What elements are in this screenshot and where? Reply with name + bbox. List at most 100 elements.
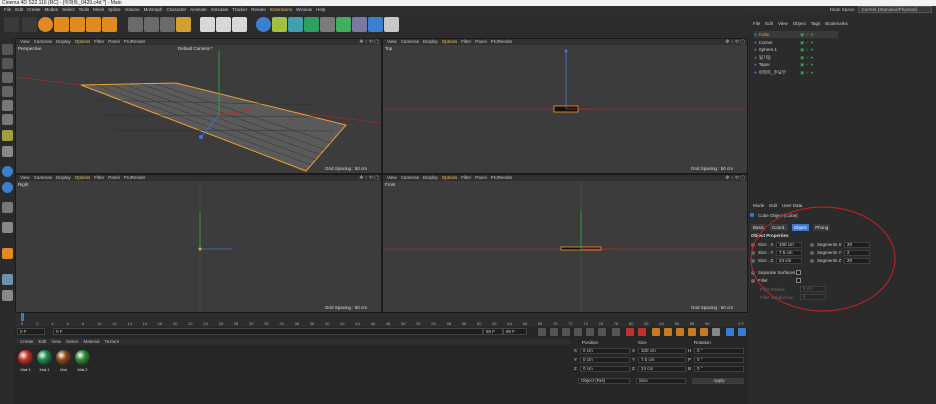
play-icon[interactable] xyxy=(574,328,582,336)
render-view-icon[interactable] xyxy=(200,17,215,32)
menu-item-animate[interactable]: Animate xyxy=(190,6,207,14)
move-icon[interactable] xyxy=(54,17,69,32)
menu-item-tools[interactable]: Tools xyxy=(79,6,90,14)
key-param-icon[interactable] xyxy=(700,328,708,336)
size-mode-dropdown[interactable]: Size xyxy=(636,378,686,384)
z-axis-icon[interactable] xyxy=(160,17,175,32)
camera-icon[interactable] xyxy=(352,17,367,32)
preview-end-field[interactable]: 90 F xyxy=(503,328,527,335)
next-frame-icon[interactable] xyxy=(586,328,594,336)
object-row[interactable]: ● Taper ▣ ✓ ● xyxy=(754,61,838,68)
material-swatch[interactable] xyxy=(56,350,71,365)
menu-item-simulate[interactable]: Simulate xyxy=(211,6,229,14)
object-menu-object[interactable]: Object xyxy=(793,20,806,27)
menu-item-edit[interactable]: Edit xyxy=(15,6,23,14)
menu-item-extensions[interactable]: Extensions xyxy=(270,6,292,14)
menu-item-create[interactable]: Create xyxy=(27,6,41,14)
make-editable-icon[interactable] xyxy=(2,44,13,55)
material-menu-view[interactable]: View xyxy=(51,338,61,345)
object-menu-file[interactable]: File xyxy=(753,20,760,27)
subdivision-icon[interactable] xyxy=(288,17,303,32)
coordinate-system-icon[interactable] xyxy=(176,17,191,32)
menu-item-tracker[interactable]: Tracker xyxy=(232,6,247,14)
model-mode-icon[interactable] xyxy=(2,58,13,69)
node-space-dropdown[interactable]: Current (Standard/Physical) xyxy=(858,6,932,13)
start-frame-field[interactable]: 0 F xyxy=(17,328,45,335)
material-menu-texture[interactable]: Texture xyxy=(105,338,120,345)
motion-system-icon[interactable] xyxy=(726,328,734,336)
light-icon[interactable] xyxy=(384,17,399,32)
position-x-field[interactable]: 0 cm xyxy=(580,348,630,354)
object-menu-tags[interactable]: Tags xyxy=(811,20,821,27)
render-settings-icon[interactable] xyxy=(232,17,247,32)
quantize-icon[interactable] xyxy=(2,182,13,193)
object-row[interactable]: ● Cube ▣ ✓ ● xyxy=(754,31,838,38)
auto-key-icon[interactable] xyxy=(638,328,646,336)
viewport-right[interactable]: View Cameras Display Options Filter Panel ProR… xyxy=(15,174,382,313)
menu-item-mograph[interactable]: MoGraph xyxy=(144,6,163,14)
material-menu-material[interactable]: Material xyxy=(83,338,99,345)
workplane-icon[interactable] xyxy=(2,146,13,157)
grid-icon[interactable] xyxy=(2,290,13,301)
rotation-b-field[interactable]: 0 ° xyxy=(694,366,744,372)
prev-key-icon[interactable] xyxy=(550,328,558,336)
coord-mode-dropdown[interactable]: Object (Rel) xyxy=(578,378,630,384)
environment-icon[interactable] xyxy=(336,17,351,32)
snap-icon[interactable] xyxy=(2,166,13,177)
pen-spline-icon[interactable] xyxy=(272,17,287,32)
menu-item-modes[interactable]: Modes xyxy=(45,6,59,14)
y-axis-icon[interactable] xyxy=(144,17,159,32)
object-row[interactable]: ● 뒷기둥 ▣ ✓ ● xyxy=(754,54,838,61)
menu-item-volume[interactable]: Volume xyxy=(125,6,140,14)
redo-icon[interactable] xyxy=(22,17,37,32)
material-swatch[interactable] xyxy=(18,350,33,365)
lock-workplane-icon[interactable] xyxy=(2,274,13,285)
timeline-ruler[interactable]: 0 F 0 2 4 6 8 10 12 14 16 18 20 22 24 26 28 30 32 34 36 38 4… xyxy=(15,313,748,327)
keyframe-selection-icon[interactable] xyxy=(652,328,660,336)
object-row[interactable]: ● Corner ▣ ✓ ● xyxy=(754,39,838,46)
brush-icon[interactable] xyxy=(2,222,13,233)
position-z-field[interactable]: 0 cm xyxy=(580,366,630,372)
end-frame-field[interactable]: 90 F xyxy=(483,328,503,335)
enable-axis-icon[interactable] xyxy=(2,130,13,141)
rotate-icon[interactable] xyxy=(86,17,101,32)
scale-icon[interactable] xyxy=(70,17,85,32)
goto-end-icon[interactable] xyxy=(612,328,620,336)
goto-start-icon[interactable] xyxy=(538,328,546,336)
viewport-top[interactable]: View Cameras Display Options Filter Panel ProR… xyxy=(382,38,748,174)
sculpt-icon[interactable] xyxy=(2,202,13,213)
size-z-field[interactable]: 24 cm xyxy=(638,366,686,372)
rotation-h-field[interactable]: 0 ° xyxy=(694,348,744,354)
recent-tools-icon[interactable] xyxy=(102,17,117,32)
timeline-icon[interactable] xyxy=(738,328,746,336)
object-row[interactable]: ● 아파트_주요부 ▣ ✓ ● xyxy=(754,69,838,76)
menu-item-file[interactable]: File xyxy=(4,6,11,14)
position-y-field[interactable]: 0 cm xyxy=(580,357,630,363)
key-scale-icon[interactable] xyxy=(676,328,684,336)
object-menu-bookmarks[interactable]: Bookmarks xyxy=(825,20,848,27)
key-rotation-icon[interactable] xyxy=(688,328,696,336)
material-menu-create[interactable]: Create xyxy=(20,338,34,345)
size-y-field[interactable]: 7.5 cm xyxy=(638,357,686,363)
render-picture-viewer-icon[interactable] xyxy=(216,17,231,32)
menu-item-help[interactable]: Help xyxy=(316,6,325,14)
cube-primitive-icon[interactable] xyxy=(256,17,271,32)
live-selection-icon[interactable] xyxy=(38,17,53,32)
next-key-icon[interactable] xyxy=(598,328,606,336)
menu-item-character[interactable]: Character xyxy=(166,6,186,14)
menu-item-select[interactable]: Select xyxy=(62,6,75,14)
key-position-icon[interactable] xyxy=(664,328,672,336)
undo-icon[interactable] xyxy=(4,17,19,32)
viewport-perspective[interactable]: View Cameras Display Options Filter Panel ProR… xyxy=(15,38,382,174)
size-x-field[interactable]: 100 cm xyxy=(638,348,686,354)
x-axis-icon[interactable] xyxy=(128,17,143,32)
key-pla-icon[interactable] xyxy=(712,328,720,336)
menu-item-spline[interactable]: Spline xyxy=(108,6,121,14)
array-icon[interactable] xyxy=(304,17,319,32)
menu-item-mesh[interactable]: Mesh xyxy=(93,6,104,14)
viewport-front[interactable]: View Cameras Display Options Filter Panel ProR… xyxy=(382,174,748,313)
texture-mode-icon[interactable] xyxy=(2,72,13,83)
menu-item-window[interactable]: Window xyxy=(296,6,312,14)
object-menu-edit[interactable]: Edit xyxy=(765,20,773,27)
prev-frame-icon[interactable] xyxy=(562,328,570,336)
